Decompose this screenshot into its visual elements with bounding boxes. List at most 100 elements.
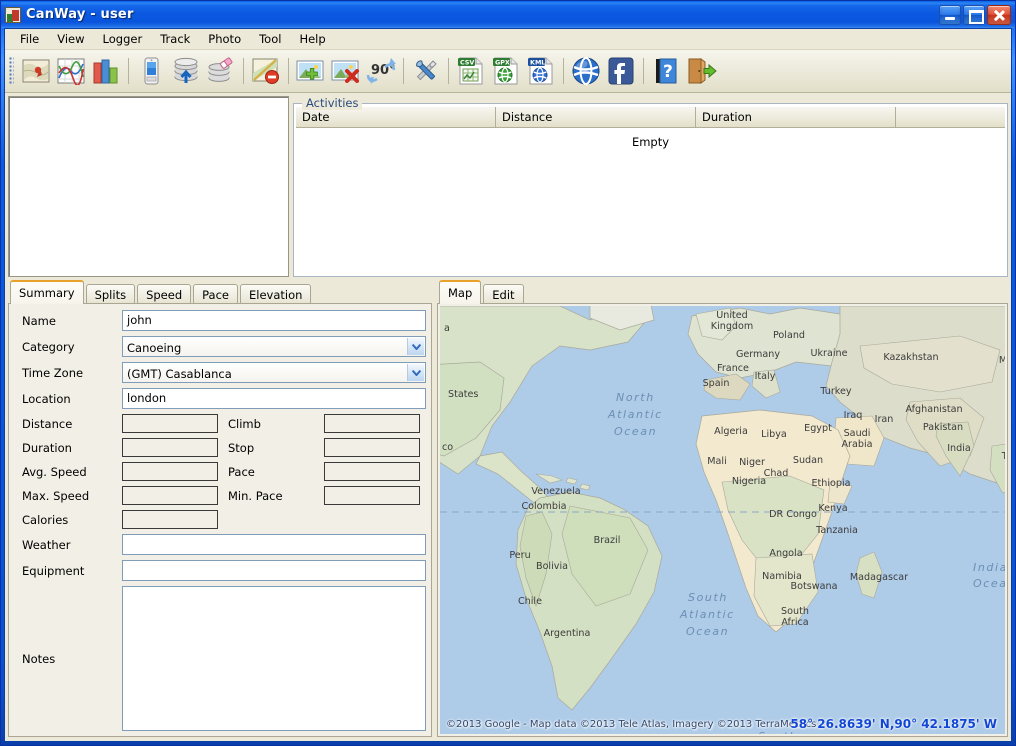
toolbar-separator	[563, 58, 564, 84]
remove-photo-button[interactable]	[329, 54, 363, 88]
track-list-panel[interactable]	[8, 96, 289, 277]
photo-remove-icon	[330, 57, 362, 85]
pace-value	[324, 462, 420, 481]
chart-view-button[interactable]	[54, 54, 88, 88]
menu-track[interactable]: Track	[151, 29, 199, 49]
equipment-input[interactable]	[122, 560, 426, 581]
bar-chart-button[interactable]	[89, 54, 123, 88]
field-row-distance-climb: Distance Climb	[14, 414, 426, 433]
country-label-bolivia: Bolivia	[536, 561, 568, 572]
column-header-duration[interactable]: Duration	[696, 107, 896, 127]
map-pane: North Atlantic Ocean South Atlantic Ocea…	[437, 303, 1008, 737]
toolbar-separator	[243, 58, 244, 84]
country-label-france: France	[717, 363, 749, 374]
activities-empty-message: Empty	[296, 128, 1005, 276]
menu-logger[interactable]: Logger	[94, 29, 152, 49]
country-label-tanzania: Tanzania	[815, 525, 858, 536]
svg-text:KML: KML	[530, 59, 545, 67]
time-zone-value: (GMT) Casablanca	[127, 366, 232, 381]
menu-view[interactable]: View	[48, 29, 93, 49]
world-map-graphic: North Atlantic Ocean South Atlantic Ocea…	[440, 306, 1005, 734]
notes-textarea[interactable]	[122, 586, 426, 731]
activities-header-row: Date Distance Duration	[296, 107, 1005, 128]
photo-add-icon	[295, 57, 327, 85]
weather-input[interactable]	[122, 534, 426, 555]
svg-text:CSV: CSV	[460, 59, 474, 67]
label-notes: Notes	[22, 651, 56, 666]
activities-group-label: Activities	[302, 96, 363, 110]
maximize-button[interactable]	[963, 4, 985, 25]
avg-speed-value	[122, 462, 218, 481]
column-header-distance[interactable]: Distance	[496, 107, 696, 127]
menu-help[interactable]: Help	[290, 29, 334, 49]
client-area: File View Logger Track Photo Tool Help 9…	[4, 28, 1012, 742]
rotate-photo-button[interactable]: 90°	[364, 54, 398, 88]
kml-file-icon: KML	[526, 57, 556, 85]
field-row-notes: Notes	[14, 586, 426, 731]
main-toolbar: 90° CSV GPX KML ?	[5, 50, 1011, 93]
minimize-button[interactable]	[939, 4, 961, 25]
line-chart-icon	[56, 57, 86, 85]
window-controls	[939, 4, 1013, 25]
menu-photo[interactable]: Photo	[199, 29, 250, 49]
country-label-mongolia: Mo	[999, 355, 1005, 366]
country-label-niger: Niger	[739, 457, 765, 468]
country-label-spain: Spain	[703, 378, 730, 389]
column-header-date[interactable]: Date	[296, 107, 496, 127]
tab-map[interactable]: Map	[439, 280, 482, 304]
chevron-down-icon[interactable]	[407, 338, 424, 355]
ocean-label-south-atlantic-2: Atlantic	[679, 608, 735, 621]
upload-database-button[interactable]	[169, 54, 203, 88]
facebook-button[interactable]	[604, 54, 638, 88]
close-button[interactable]	[987, 4, 1011, 25]
category-select[interactable]: Canoeing	[122, 336, 426, 357]
map-view-button[interactable]	[19, 54, 53, 88]
menu-file[interactable]: File	[11, 29, 48, 49]
database-erase-icon	[205, 57, 237, 85]
ocean-label-indian-2: Ocean	[973, 577, 1005, 590]
settings-button[interactable]	[409, 54, 443, 88]
toolbar-separator	[128, 58, 129, 84]
erase-database-button[interactable]	[204, 54, 238, 88]
help-book-icon: ?	[651, 57, 681, 85]
field-row-name: Name john	[14, 310, 426, 331]
country-label-ethiopia: Ethiopia	[811, 478, 850, 489]
map-tabstrip: Map Edit	[437, 280, 1008, 306]
delete-track-button[interactable]	[249, 54, 283, 88]
summary-tabstrip: Summary Splits Speed Pace Elevation	[8, 280, 432, 306]
database-upload-icon	[170, 57, 202, 85]
help-button[interactable]: ?	[649, 54, 683, 88]
time-zone-select[interactable]: (GMT) Casablanca	[122, 362, 426, 383]
country-label-argentina: Argentina	[544, 628, 591, 639]
chevron-down-icon[interactable]	[407, 364, 424, 381]
country-label-united-kingdom-2: Kingdom	[711, 321, 753, 332]
toolbar-separator	[403, 58, 404, 84]
exit-button[interactable]	[684, 54, 718, 88]
category-value: Canoeing	[127, 340, 182, 355]
add-photo-button[interactable]	[294, 54, 328, 88]
calories-value	[122, 510, 218, 529]
device-button[interactable]	[134, 54, 168, 88]
ocean-label-south-atlantic-3: Ocean	[686, 625, 729, 638]
map-viewport[interactable]: North Atlantic Ocean South Atlantic Ocea…	[440, 306, 1005, 734]
location-input[interactable]: london	[122, 388, 426, 409]
export-csv-button[interactable]: CSV	[454, 54, 488, 88]
tab-summary[interactable]: Summary	[10, 280, 84, 304]
label-max-speed: Max. Speed	[22, 488, 90, 503]
country-label-saudi-arabia: Saudi	[844, 428, 871, 439]
country-label-turkey: Turkey	[819, 386, 852, 397]
country-label-sudan: Sudan	[793, 455, 823, 466]
column-header-blank[interactable]	[896, 107, 1005, 127]
toolbar-grip[interactable]	[9, 57, 14, 85]
export-gpx-button[interactable]: GPX	[489, 54, 523, 88]
label-calories: Calories	[22, 512, 69, 527]
name-input[interactable]: john	[122, 310, 426, 331]
menu-tool[interactable]: Tool	[250, 29, 290, 49]
export-kml-button[interactable]: KML	[524, 54, 558, 88]
gpx-file-icon: GPX	[491, 57, 521, 85]
map-tab-widget: Map Edit North Atlantic Ocean South Atla…	[437, 280, 1008, 738]
ocean-label-north-atlantic-3: Ocean	[614, 425, 657, 438]
toolbar-separator	[643, 58, 644, 84]
field-row-maxspeed-minpace: Max. Speed Min. Pace	[14, 486, 426, 505]
google-earth-button[interactable]	[569, 54, 603, 88]
